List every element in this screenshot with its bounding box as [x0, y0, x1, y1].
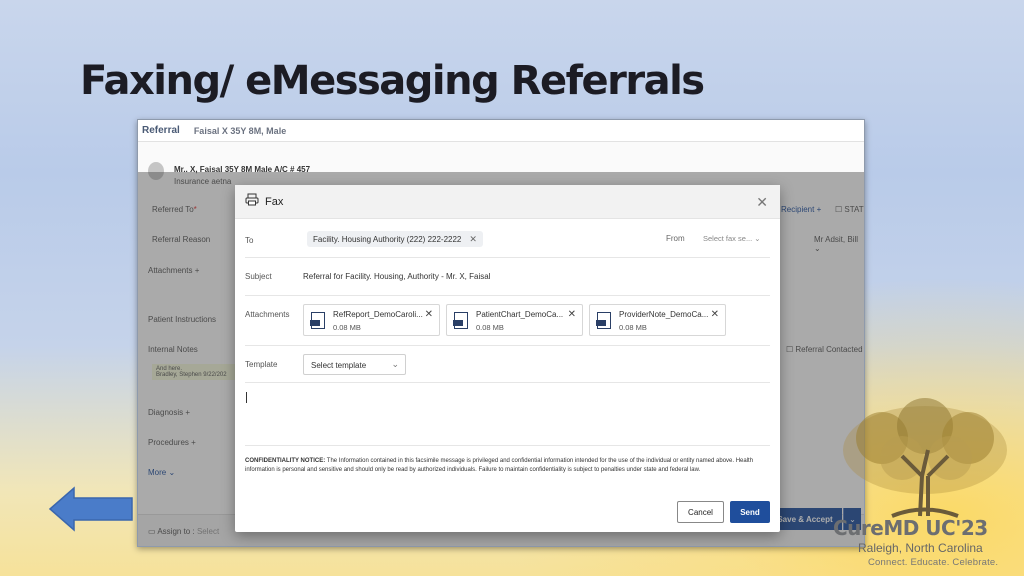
section-title: Referral [142, 125, 180, 136]
recipient-chip: Facility. Housing Authority (222) 222-22… [307, 231, 483, 247]
template-row: Template Select template ⌄ [245, 346, 770, 383]
subject-field[interactable]: Referral for Facility. Housing, Authorit… [303, 272, 490, 281]
chevron-down-icon: ⌄ [391, 359, 399, 369]
attachment-name: RefReport_DemoCaroli... [333, 310, 423, 319]
file-icon [310, 312, 325, 329]
cancel-button[interactable]: Cancel [677, 501, 724, 523]
template-placeholder: Select template [311, 361, 367, 370]
to-label: To [245, 236, 254, 245]
message-body-editor[interactable] [245, 384, 770, 446]
subject-label: Subject [245, 272, 272, 281]
attachment-card[interactable]: ProviderNote_DemoCa... 0.08 MB ✕ [589, 304, 726, 336]
fax-dialog: Fax ✕ To Facility. Housing Authority (22… [235, 185, 780, 532]
remove-recipient-icon[interactable]: ✕ [469, 234, 477, 245]
remove-attachment-icon[interactable]: ✕ [711, 309, 719, 320]
attachments-label: Attachments [245, 310, 290, 319]
attachments-row: Attachments RefReport_DemoCaroli... 0.08… [245, 296, 770, 346]
fax-dialog-header: Fax [235, 185, 780, 219]
brand-name: CureMD UC'23 [833, 516, 988, 540]
attachment-size: 0.08 MB [476, 323, 504, 332]
referral-header: Referral Faisal X 35Y 8M, Male [138, 120, 864, 142]
to-row: To Facility. Housing Authority (222) 222… [245, 223, 770, 258]
confidentiality-notice: CONFIDENTIALITY NOTICE: The Information … [245, 457, 770, 476]
event-tagline: Connect. Educate. Celebrate. [868, 557, 999, 568]
remove-attachment-icon[interactable]: ✕ [425, 309, 433, 320]
chevron-down-icon: ⌄ [754, 234, 761, 243]
patient-summary: Faisal X 35Y 8M, Male [193, 125, 287, 136]
attachment-card[interactable]: RefReport_DemoCaroli... 0.08 MB ✕ [303, 304, 440, 336]
subject-row: Subject Referral for Facility. Housing, … [245, 258, 770, 296]
attachment-size: 0.08 MB [619, 323, 647, 332]
from-label: From [666, 234, 685, 243]
from-select[interactable]: Select fax se... ⌄ [703, 234, 761, 243]
file-icon [596, 312, 611, 329]
printer-icon [245, 193, 259, 211]
fax-dialog-title: Fax [265, 195, 284, 208]
recipient-chip-text: Facility. Housing Authority (222) 222-22… [313, 234, 462, 244]
attachment-name: ProviderNote_DemoCa... [619, 310, 709, 319]
event-location: Raleigh, North Carolina [858, 541, 983, 555]
template-select[interactable]: Select template ⌄ [303, 354, 406, 375]
slide-title: Faxing/ eMessaging Referrals [80, 58, 705, 104]
text-cursor [246, 392, 247, 403]
attachment-name: PatientChart_DemoCa... [476, 310, 564, 319]
remove-attachment-icon[interactable]: ✕ [568, 309, 576, 320]
send-button[interactable]: Send [730, 501, 770, 523]
attachment-card[interactable]: PatientChart_DemoCa... 0.08 MB ✕ [446, 304, 583, 336]
left-arrow-icon [48, 486, 134, 537]
file-icon [453, 312, 468, 329]
attachment-size: 0.08 MB [333, 323, 361, 332]
template-label: Template [245, 360, 278, 369]
confidentiality-heading: CONFIDENTIALITY NOTICE: [245, 458, 326, 464]
close-icon[interactable]: ✕ [756, 194, 768, 211]
